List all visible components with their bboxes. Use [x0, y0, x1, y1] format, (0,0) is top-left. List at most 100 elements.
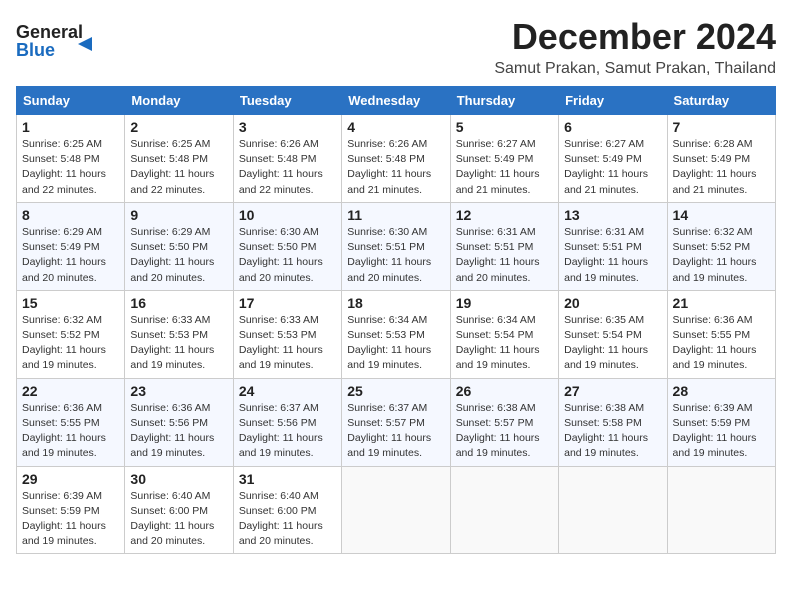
calendar-cell: 10Sunrise: 6:30 AMSunset: 5:50 PMDayligh…	[233, 202, 341, 290]
day-info: Sunrise: 6:29 AMSunset: 5:49 PMDaylight:…	[22, 225, 119, 286]
day-info: Sunrise: 6:26 AMSunset: 5:48 PMDaylight:…	[347, 137, 444, 198]
calendar-cell: 17 Sunrise: 6:33 AMSunset: 5:53 PMDayligh…	[233, 290, 341, 378]
weekday-header-monday: Monday	[125, 87, 233, 115]
day-number: 3	[239, 119, 336, 135]
calendar-cell: 22Sunrise: 6:36 AMSunset: 5:55 PMDayligh…	[17, 378, 125, 466]
day-info: Sunrise: 6:25 AMSunset: 5:48 PMDaylight:…	[130, 137, 227, 198]
calendar-cell: 31 Sunrise: 6:40 AMSunset: 6:00 PMDayligh…	[233, 466, 341, 554]
calendar-cell: 8 Sunrise: 6:29 AMSunset: 5:49 PMDaylight…	[17, 202, 125, 290]
day-info: Sunrise: 6:29 AMSunset: 5:50 PMDaylight:…	[130, 225, 227, 286]
day-info: Sunrise: 6:31 AMSunset: 5:51 PMDaylight:…	[564, 225, 661, 286]
day-info: Sunrise: 6:32 AMSunset: 5:52 PMDaylight:…	[22, 313, 119, 374]
week-row-1: 1 Sunrise: 6:25 AMSunset: 5:48 PMDaylight…	[17, 115, 776, 203]
calendar-cell	[342, 466, 450, 554]
day-number: 31	[239, 471, 336, 487]
day-number: 16	[130, 295, 227, 311]
day-info: Sunrise: 6:34 AMSunset: 5:53 PMDaylight:…	[347, 313, 444, 374]
calendar-cell: 24Sunrise: 6:37 AMSunset: 5:56 PMDayligh…	[233, 378, 341, 466]
day-info: Sunrise: 6:35 AMSunset: 5:54 PMDaylight:…	[564, 313, 661, 374]
day-info: Sunrise: 6:25 AMSunset: 5:48 PMDaylight:…	[22, 137, 119, 198]
weekday-header-sunday: Sunday	[17, 87, 125, 115]
calendar-cell: 4Sunrise: 6:26 AMSunset: 5:48 PMDaylight…	[342, 115, 450, 203]
day-info: Sunrise: 6:37 AMSunset: 5:57 PMDaylight:…	[347, 401, 444, 462]
day-info: Sunrise: 6:28 AMSunset: 5:49 PMDaylight:…	[673, 137, 770, 198]
day-number: 9	[130, 207, 227, 223]
weekday-header-friday: Friday	[559, 87, 667, 115]
calendar-cell	[559, 466, 667, 554]
logo-svg: General Blue	[16, 16, 106, 66]
day-info: Sunrise: 6:31 AMSunset: 5:51 PMDaylight:…	[456, 225, 553, 286]
calendar-cell: 13 Sunrise: 6:31 AMSunset: 5:51 PMDayligh…	[559, 202, 667, 290]
day-number: 14	[673, 207, 770, 223]
day-info: Sunrise: 6:34 AMSunset: 5:54 PMDaylight:…	[456, 313, 553, 374]
day-number: 27	[564, 383, 661, 399]
day-info: Sunrise: 6:36 AMSunset: 5:55 PMDaylight:…	[22, 401, 119, 462]
day-info: Sunrise: 6:30 AMSunset: 5:50 PMDaylight:…	[239, 225, 336, 286]
svg-text:Blue: Blue	[16, 40, 55, 60]
week-row-5: 29 Sunrise: 6:39 AMSunset: 5:59 PMDayligh…	[17, 466, 776, 554]
day-number: 19	[456, 295, 553, 311]
day-info: Sunrise: 6:38 AMSunset: 5:57 PMDaylight:…	[456, 401, 553, 462]
day-number: 7	[673, 119, 770, 135]
logo: General Blue	[16, 16, 106, 66]
day-number: 21	[673, 295, 770, 311]
calendar-cell: 2Sunrise: 6:25 AMSunset: 5:48 PMDaylight…	[125, 115, 233, 203]
week-row-4: 22Sunrise: 6:36 AMSunset: 5:55 PMDayligh…	[17, 378, 776, 466]
day-info: Sunrise: 6:40 AMSunset: 6:00 PMDaylight:…	[239, 489, 336, 550]
title-area: December 2024 Samut Prakan, Samut Prakan…	[494, 16, 776, 78]
calendar-cell: 30 Sunrise: 6:40 AMSunset: 6:00 PMDayligh…	[125, 466, 233, 554]
calendar-table: SundayMondayTuesdayWednesdayThursdayFrid…	[16, 86, 776, 554]
calendar-cell: 18 Sunrise: 6:34 AMSunset: 5:53 PMDayligh…	[342, 290, 450, 378]
weekday-header-thursday: Thursday	[450, 87, 558, 115]
svg-text:General: General	[16, 22, 83, 42]
day-info: Sunrise: 6:40 AMSunset: 6:00 PMDaylight:…	[130, 489, 227, 550]
day-number: 15	[22, 295, 119, 311]
day-number: 30	[130, 471, 227, 487]
day-info: Sunrise: 6:36 AMSunset: 5:56 PMDaylight:…	[130, 401, 227, 462]
calendar-cell: 1 Sunrise: 6:25 AMSunset: 5:48 PMDaylight…	[17, 115, 125, 203]
week-row-3: 15 Sunrise: 6:32 AMSunset: 5:52 PMDayligh…	[17, 290, 776, 378]
day-info: Sunrise: 6:27 AMSunset: 5:49 PMDaylight:…	[564, 137, 661, 198]
day-number: 12	[456, 207, 553, 223]
day-number: 24	[239, 383, 336, 399]
calendar-cell: 5 Sunrise: 6:27 AMSunset: 5:49 PMDaylight…	[450, 115, 558, 203]
calendar-cell: 29 Sunrise: 6:39 AMSunset: 5:59 PMDayligh…	[17, 466, 125, 554]
day-info: Sunrise: 6:39 AMSunset: 5:59 PMDaylight:…	[22, 489, 119, 550]
day-number: 17	[239, 295, 336, 311]
day-info: Sunrise: 6:30 AMSunset: 5:51 PMDaylight:…	[347, 225, 444, 286]
calendar-cell	[450, 466, 558, 554]
day-number: 26	[456, 383, 553, 399]
weekday-header-row: SundayMondayTuesdayWednesdayThursdayFrid…	[17, 87, 776, 115]
day-number: 25	[347, 383, 444, 399]
calendar-cell: 3 Sunrise: 6:26 AMSunset: 5:48 PMDaylight…	[233, 115, 341, 203]
day-info: Sunrise: 6:32 AMSunset: 5:52 PMDaylight:…	[673, 225, 770, 286]
calendar-cell: 7 Sunrise: 6:28 AMSunset: 5:49 PMDaylight…	[667, 115, 775, 203]
day-number: 8	[22, 207, 119, 223]
day-number: 28	[673, 383, 770, 399]
calendar-cell: 23Sunrise: 6:36 AMSunset: 5:56 PMDayligh…	[125, 378, 233, 466]
day-number: 20	[564, 295, 661, 311]
day-info: Sunrise: 6:27 AMSunset: 5:49 PMDaylight:…	[456, 137, 553, 198]
calendar-cell	[667, 466, 775, 554]
weekday-header-wednesday: Wednesday	[342, 87, 450, 115]
day-info: Sunrise: 6:38 AMSunset: 5:58 PMDaylight:…	[564, 401, 661, 462]
day-number: 13	[564, 207, 661, 223]
day-number: 18	[347, 295, 444, 311]
calendar-cell: 9 Sunrise: 6:29 AMSunset: 5:50 PMDaylight…	[125, 202, 233, 290]
day-info: Sunrise: 6:26 AMSunset: 5:48 PMDaylight:…	[239, 137, 336, 198]
calendar-cell: 27 Sunrise: 6:38 AMSunset: 5:58 PMDayligh…	[559, 378, 667, 466]
page-subtitle: Samut Prakan, Samut Prakan, Thailand	[494, 60, 776, 78]
calendar-cell: 26 Sunrise: 6:38 AMSunset: 5:57 PMDayligh…	[450, 378, 558, 466]
calendar-cell: 25 Sunrise: 6:37 AMSunset: 5:57 PMDayligh…	[342, 378, 450, 466]
weekday-header-saturday: Saturday	[667, 87, 775, 115]
day-number: 5	[456, 119, 553, 135]
day-number: 11	[347, 207, 444, 223]
day-number: 1	[22, 119, 119, 135]
weekday-header-tuesday: Tuesday	[233, 87, 341, 115]
calendar-cell: 28 Sunrise: 6:39 AMSunset: 5:59 PMDayligh…	[667, 378, 775, 466]
calendar-cell: 6Sunrise: 6:27 AMSunset: 5:49 PMDaylight…	[559, 115, 667, 203]
day-info: Sunrise: 6:33 AMSunset: 5:53 PMDaylight:…	[239, 313, 336, 374]
day-number: 29	[22, 471, 119, 487]
day-info: Sunrise: 6:36 AMSunset: 5:55 PMDaylight:…	[673, 313, 770, 374]
day-info: Sunrise: 6:39 AMSunset: 5:59 PMDaylight:…	[673, 401, 770, 462]
